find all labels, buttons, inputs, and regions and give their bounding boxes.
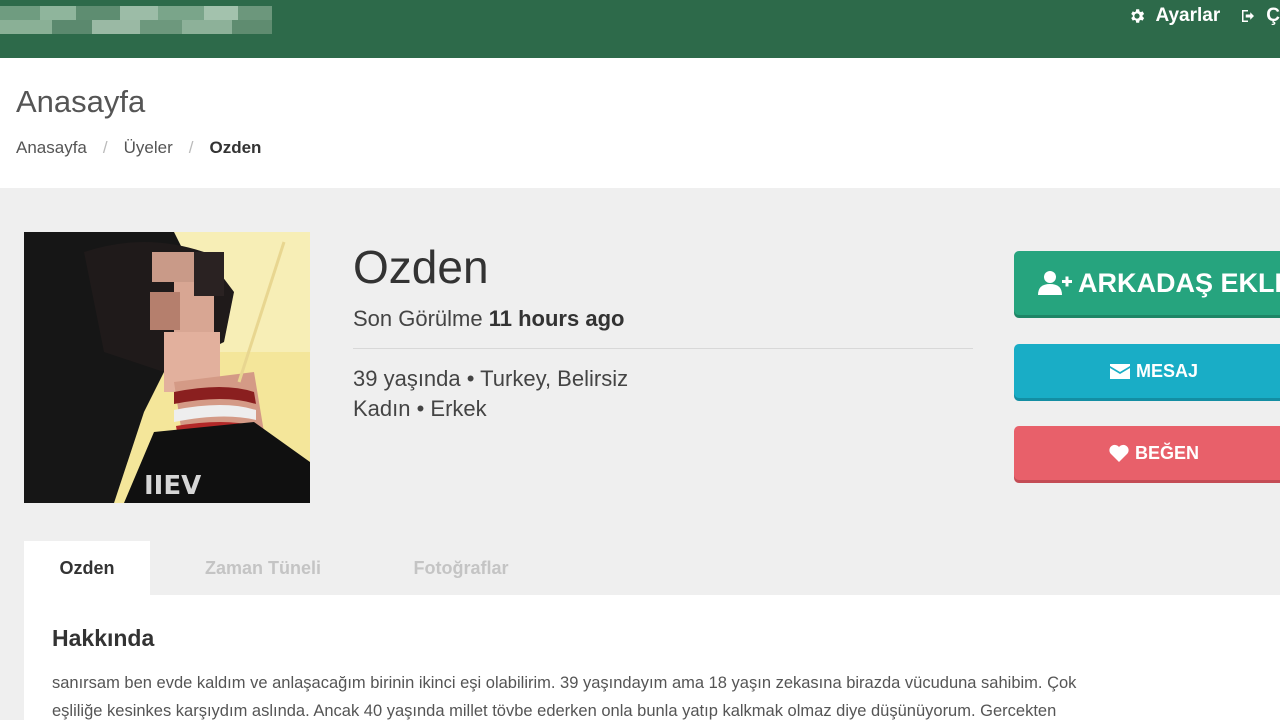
profile-name: Ozden (353, 241, 489, 293)
about-line: eşliliğe kesinkes karşıydım aslında. Anc… (52, 702, 1057, 720)
about-line: sanırsam ben evde kaldım ve anlaşacağım … (52, 674, 1077, 692)
like-button[interactable]: BEĞEN (1014, 426, 1280, 480)
breadcrumb-separator: / (188, 138, 194, 157)
svg-text:IIEV: IIEV (144, 471, 201, 501)
breadcrumb: Anasayfa / Üyeler / Ozden (16, 138, 261, 158)
gear-icon (1127, 6, 1147, 26)
last-seen-label: Son Görülme (353, 306, 483, 331)
blurred-brand-logo[interactable] (0, 6, 272, 34)
divider (353, 348, 973, 349)
breadcrumb-current: Ozden (209, 138, 262, 157)
user-plus-icon (1038, 269, 1072, 297)
about-panel: Hakkında sanırsam ben evde kaldım ve anl… (24, 595, 1280, 720)
last-seen: Son Görülme 11 hours ago (353, 306, 624, 332)
sign-out-icon (1238, 6, 1258, 26)
add-friend-button[interactable]: ARKADAŞ EKLE (1014, 251, 1280, 315)
envelope-icon (1109, 363, 1130, 379)
profile-tabs: Ozden Zaman Tüneli Fotoğraflar (24, 541, 546, 595)
profile-photo[interactable]: IIEV (24, 232, 310, 503)
tab-profile[interactable]: Ozden (24, 541, 150, 595)
logout-label: Ç (1266, 5, 1280, 26)
page-title: Anasayfa (16, 84, 146, 119)
logout-link[interactable]: Ç (1238, 5, 1280, 27)
message-button[interactable]: MESAJ (1014, 344, 1280, 398)
breadcrumb-home[interactable]: Anasayfa (16, 138, 87, 158)
message-label: MESAJ (1135, 360, 1198, 381)
gender-info: Kadın • Erkek (353, 396, 487, 421)
breadcrumb-members[interactable]: Üyeler (124, 138, 173, 158)
about-title: Hakkında (52, 625, 155, 651)
last-seen-value: 11 hours ago (488, 306, 625, 331)
tab-timeline[interactable]: Zaman Tüneli (150, 541, 376, 595)
about-text: sanırsam ben evde kaldım ve anlaşacağım … (52, 669, 1242, 720)
heart-icon (1109, 444, 1129, 462)
add-friend-label: ARKADAŞ EKLE (1078, 267, 1280, 298)
like-label: BEĞEN (1134, 442, 1199, 463)
settings-label: Ayarlar (1155, 5, 1221, 26)
breadcrumb-separator: / (102, 138, 108, 157)
page-header: Anasayfa Anasayfa / Üyeler / Ozden (0, 58, 1280, 188)
tab-photos[interactable]: Fotoğraflar (376, 541, 546, 595)
settings-link[interactable]: Ayarlar (1127, 5, 1220, 27)
age-location: 39 yaşında • Turkey, Belirsiz (353, 366, 629, 391)
top-navbar: Ayarlar Ç (0, 0, 1280, 58)
profile-content: IIEV Ozden Son Görülme 11 hours ago 39 y… (0, 188, 1280, 720)
